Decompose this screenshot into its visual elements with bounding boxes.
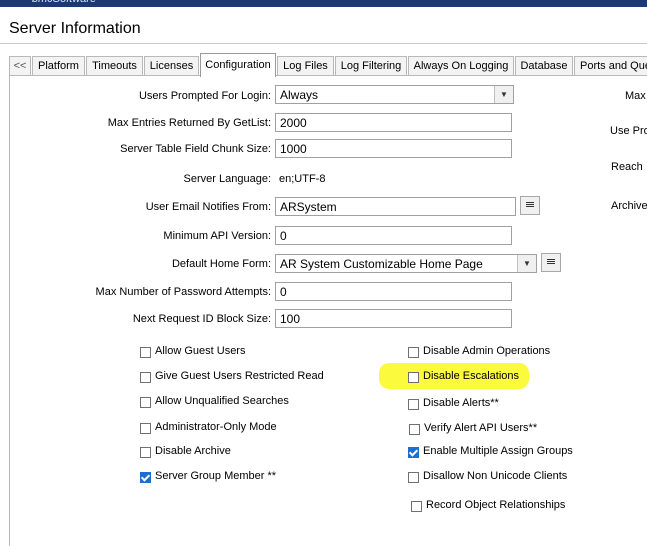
checkbox-label: Disable Alerts**	[423, 397, 499, 409]
users-prompted-value: Always	[280, 88, 319, 102]
max-entries-input[interactable]: 2000	[275, 113, 512, 132]
right-label-reach: Reach	[611, 161, 643, 173]
tab-licenses[interactable]: Licenses	[144, 56, 199, 76]
checkbox-label: Record Object Relationships	[426, 499, 566, 511]
max-pwd-label: Max Number of Password Attempts:	[95, 286, 271, 298]
checkbox-box[interactable]	[408, 447, 419, 458]
checkbox-label: Disable Escalations	[423, 370, 519, 382]
checkbox-label: Enable Multiple Assign Groups	[423, 445, 573, 457]
home-form-value: AR System Customizable Home Page	[280, 257, 483, 271]
checkbox-label: Allow Guest Users	[155, 345, 246, 357]
min-api-input[interactable]: 0	[275, 226, 512, 245]
checkbox-box[interactable]	[140, 397, 151, 408]
menu-icon	[547, 259, 555, 260]
tab-configuration[interactable]: Configuration	[200, 53, 276, 77]
checkbox-label: Server Group Member **	[155, 470, 277, 482]
page-title: Server Information	[9, 20, 141, 37]
tab-log-files[interactable]: Log Files	[277, 56, 334, 76]
server-language-value: en;UTF-8	[279, 173, 326, 185]
min-api-label: Minimum API Version:	[163, 230, 271, 242]
home-form-menu-button[interactable]	[541, 253, 561, 272]
right-label-use-pro: Use Pro	[610, 125, 647, 137]
tab-always-on-logging[interactable]: Always On Logging	[408, 56, 514, 76]
tab-scroll-left[interactable]: <<	[9, 56, 31, 76]
checkbox-label: Give Guest Users Restricted Read	[155, 370, 324, 382]
checkbox-box[interactable]	[140, 347, 151, 358]
users-prompted-label: Users Prompted For Login:	[138, 90, 271, 102]
tab-timeouts[interactable]: Timeouts	[86, 56, 143, 76]
checkbox-box[interactable]	[140, 447, 151, 458]
chunk-size-input[interactable]: 1000	[275, 139, 512, 158]
menu-icon	[526, 202, 534, 203]
checkbox-box[interactable]	[408, 372, 419, 383]
checkbox-box[interactable]	[140, 423, 151, 434]
checkbox-label: Disallow Non Unicode Clients	[423, 470, 568, 482]
checkbox-label: Allow Unqualified Searches	[155, 395, 289, 407]
checkbox-box[interactable]	[408, 347, 419, 358]
checkbox-box[interactable]	[140, 372, 151, 383]
right-label-max: Max	[625, 90, 646, 102]
email-from-input[interactable]: ARSystem	[275, 197, 516, 216]
email-from-menu-button[interactable]	[520, 196, 540, 215]
checkbox-box[interactable]	[140, 472, 151, 483]
users-prompted-select[interactable]: Always ▼	[275, 85, 514, 104]
checkbox-box[interactable]	[409, 424, 420, 435]
chunk-size-label: Server Table Field Chunk Size:	[120, 143, 271, 155]
email-from-label: User Email Notifies From:	[145, 201, 271, 213]
checkbox-label: Administrator-Only Mode	[155, 421, 277, 433]
right-label-archive: Archive	[611, 200, 647, 212]
brand-logo: bmcSoftware	[32, 0, 96, 5]
checkbox-label: Disable Archive	[155, 445, 231, 457]
chevron-down-icon[interactable]: ▼	[517, 255, 536, 272]
tab-database[interactable]: Database	[515, 56, 573, 76]
home-form-select[interactable]: AR System Customizable Home Page ▼	[275, 254, 537, 273]
tab-log-filtering[interactable]: Log Filtering	[335, 56, 407, 76]
checkbox-box[interactable]	[411, 501, 422, 512]
chevron-down-icon[interactable]: ▼	[494, 86, 513, 103]
checkbox-box[interactable]	[408, 472, 419, 483]
checkbox-label: Disable Admin Operations	[423, 345, 551, 357]
checkbox-box[interactable]	[408, 399, 419, 410]
max-pwd-input[interactable]: 0	[275, 282, 512, 301]
header-divider	[0, 43, 647, 44]
max-entries-label: Max Entries Returned By GetList:	[107, 117, 271, 129]
server-language-label: Server Language:	[183, 173, 271, 185]
tab-ports-and-queues[interactable]: Ports and Queues	[574, 56, 647, 76]
next-id-block-input[interactable]: 100	[275, 309, 512, 328]
checkbox-label: Verify Alert API Users**	[424, 422, 538, 434]
tab-platform[interactable]: Platform	[32, 56, 85, 76]
home-form-label: Default Home Form:	[171, 258, 271, 270]
brand-banner: bmcSoftware	[0, 0, 647, 7]
next-id-block-label: Next Request ID Block Size:	[132, 313, 271, 325]
